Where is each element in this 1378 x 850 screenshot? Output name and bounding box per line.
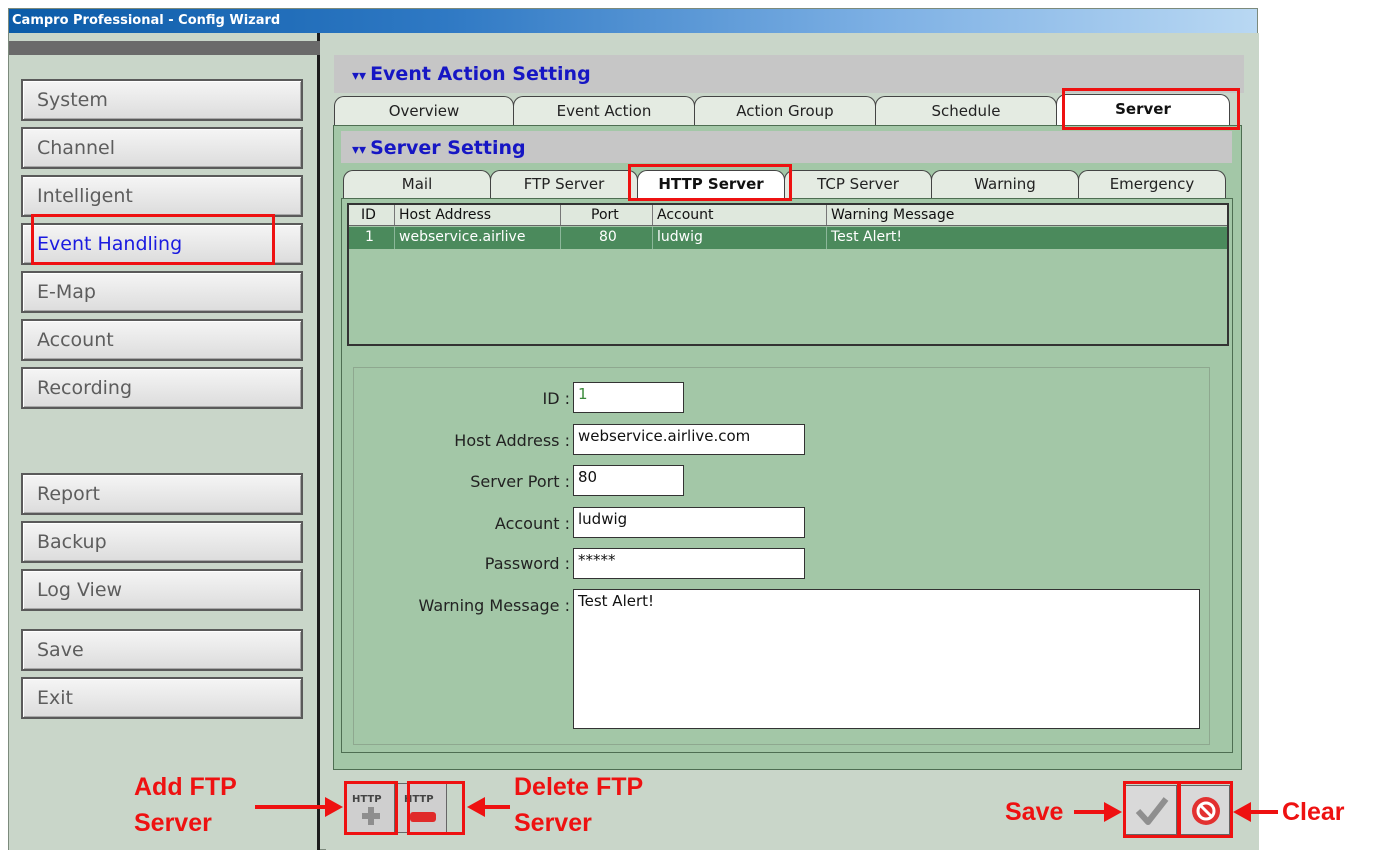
column-header-message: Warning Message xyxy=(831,207,955,223)
column-header-host: Host Address xyxy=(395,205,561,225)
sidebar-item-exit[interactable]: Exit xyxy=(21,677,303,719)
column-header-id: ID xyxy=(349,205,395,225)
arrow-left-icon xyxy=(1233,802,1251,822)
annotation-delete-line2: Server xyxy=(514,809,592,837)
annotation-save: Save xyxy=(1005,798,1064,826)
server-port-label: Server Port : xyxy=(470,472,570,491)
tab-schedule[interactable]: Schedule xyxy=(875,96,1057,126)
tab-warning[interactable]: Warning xyxy=(931,170,1079,198)
tab-emergency[interactable]: Emergency xyxy=(1078,170,1226,198)
id-field[interactable]: 1 xyxy=(573,382,684,413)
arrow-clear-line xyxy=(1248,810,1278,814)
highlight-http-server-tab xyxy=(628,164,792,201)
highlight-server-tab xyxy=(1062,88,1240,130)
column-header-port: Port xyxy=(561,205,653,225)
tab-mail[interactable]: Mail xyxy=(343,170,491,198)
sidebar-item-channel[interactable]: Channel xyxy=(21,127,303,169)
highlight-save-button xyxy=(1123,781,1180,838)
table-header: ID Host Address Port Account Warning Mes… xyxy=(349,205,1227,226)
annotation-clear: Clear xyxy=(1282,798,1345,826)
account-field[interactable]: ludwig xyxy=(573,507,805,538)
page-title: Event Action Setting xyxy=(370,63,591,85)
collapse-icon: ▾▾ xyxy=(352,142,367,158)
arrow-add-line xyxy=(255,805,327,809)
sidebar-item-account[interactable]: Account xyxy=(21,319,303,361)
tab-ftp-server[interactable]: FTP Server xyxy=(490,170,638,198)
sidebar-item-backup[interactable]: Backup xyxy=(21,521,303,563)
arrow-left-icon xyxy=(467,797,485,817)
arrow-delete-line xyxy=(484,805,510,809)
warning-message-field[interactable]: Test Alert! xyxy=(573,589,1200,729)
sidebar-item-system[interactable]: System xyxy=(21,79,303,121)
arrow-save-line xyxy=(1074,810,1108,814)
sidebar-item-save[interactable]: Save xyxy=(21,629,303,671)
highlight-add-button xyxy=(344,781,398,835)
column-header-account: Account xyxy=(653,205,827,225)
tab-event-action[interactable]: Event Action xyxy=(513,96,695,126)
cell-account: ludwig xyxy=(653,227,827,249)
server-port-field[interactable]: 80 xyxy=(573,465,684,496)
annotation-delete-line1: Delete FTP xyxy=(514,773,644,801)
server-setting-title: Server Setting xyxy=(370,137,526,159)
password-label: Password : xyxy=(484,554,570,573)
cell-port: 80 xyxy=(561,227,653,249)
tab-action-group[interactable]: Action Group xyxy=(694,96,876,126)
sidebar-item-report[interactable]: Report xyxy=(21,473,303,515)
highlight-event-handling xyxy=(31,214,275,265)
http-server-table: ID Host Address Port Account Warning Mes… xyxy=(347,203,1229,346)
cell-id: 1 xyxy=(349,227,395,249)
cell-host: webservice.airlive xyxy=(395,227,561,249)
sidebar-item-log-view[interactable]: Log View xyxy=(21,569,303,611)
sidebar-item-emap[interactable]: E-Map xyxy=(21,271,303,313)
tab-overview[interactable]: Overview xyxy=(334,96,514,126)
id-label: ID : xyxy=(542,389,570,408)
warning-message-label: Warning Message : xyxy=(418,596,570,615)
arrow-right-icon xyxy=(1104,802,1122,822)
cell-message: Test Alert! xyxy=(831,229,902,245)
table-row[interactable]: 1 webservice.airlive 80 ludwig Test Aler… xyxy=(349,227,1227,249)
password-field[interactable]: ***** xyxy=(573,548,805,579)
highlight-delete-button xyxy=(407,781,465,835)
sidebar: System Channel Intelligent Event Handlin… xyxy=(9,33,320,850)
annotation-add-line1: Add FTP xyxy=(134,773,237,801)
arrow-right-icon xyxy=(325,797,343,817)
sidebar-item-recording[interactable]: Recording xyxy=(21,367,303,409)
tab-tcp-server[interactable]: TCP Server xyxy=(784,170,932,198)
sidebar-top-bar xyxy=(9,41,320,55)
annotation-add-line2: Server xyxy=(134,809,212,837)
host-address-label: Host Address : xyxy=(454,431,570,450)
highlight-clear-button xyxy=(1178,781,1233,838)
account-label: Account : xyxy=(494,514,570,533)
host-address-field[interactable]: webservice.airlive.com xyxy=(573,424,805,455)
collapse-icon: ▾▾ xyxy=(352,68,367,84)
sidebar-item-intelligent[interactable]: Intelligent xyxy=(21,175,303,217)
window-title: Campro Professional - Config Wizard xyxy=(9,9,1257,33)
